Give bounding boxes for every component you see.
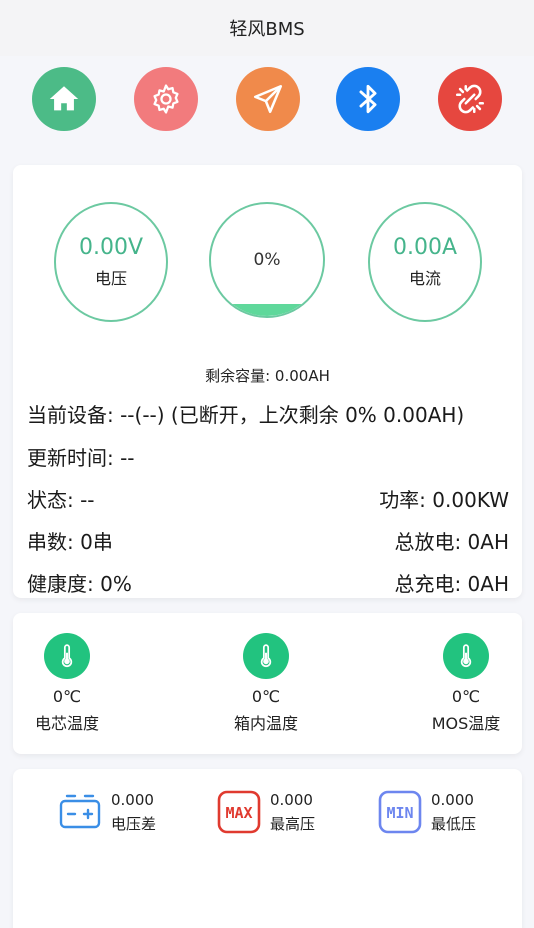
box-temp-value: 0℃ [251, 687, 281, 706]
disconnect-button[interactable] [438, 67, 502, 131]
thermometer-icon [260, 644, 272, 668]
voltage-gauge: 0.00V 电压 [54, 202, 168, 322]
max-voltage: MAX 0.000 最高压 [216, 789, 315, 835]
max-icon: MAX [216, 789, 262, 835]
broken-link-icon [455, 84, 485, 114]
soc-fill [211, 304, 323, 316]
health: 健康度: 0% [27, 572, 132, 596]
battery-info-card: 0.00V 电压 0% 0.00A 电流 剩余容量: 0.00AH 当前设备: … [13, 165, 522, 598]
mos-temp-label: MOS温度 [431, 714, 501, 733]
cell-temp-label: 电芯温度 [34, 714, 99, 733]
thermo-badge [44, 633, 90, 679]
total-discharge: 总放电: 0AH [394, 530, 509, 554]
paper-plane-icon [253, 84, 283, 114]
battery-icon [57, 789, 103, 835]
send-button[interactable] [236, 67, 300, 131]
mos-temp-value: 0℃ [451, 687, 481, 706]
bluetooth-icon [359, 84, 377, 114]
temperature-card: 0℃ 电芯温度 0℃ 箱内温度 0℃ MOS温度 [13, 613, 522, 754]
svg-text:MIN: MIN [386, 804, 413, 822]
min-voltage: MIN 0.000 最低压 [377, 789, 476, 835]
current-label: 电流 [408, 269, 441, 289]
current-value: 0.00A [392, 234, 458, 260]
max-voltage-label: 最高压 [270, 814, 316, 833]
settings-button[interactable] [134, 67, 198, 131]
mos-temperature: 0℃ MOS温度 [396, 633, 534, 734]
min-voltage-value: 0.000 [431, 790, 474, 809]
voltage-stats-card: 0.000 电压差 MAX 0.000 最高压 MIN 0.000 最低压 [13, 769, 522, 928]
voltage-diff-label: 电压差 [111, 814, 157, 833]
toolbar [0, 67, 534, 131]
status: 状态: -- [27, 488, 95, 512]
current-gauge: 0.00A 电流 [368, 202, 482, 322]
min-icon: MIN [377, 789, 423, 835]
thermo-badge [243, 633, 289, 679]
soc-value: 0% [253, 250, 281, 270]
max-voltage-value: 0.000 [270, 790, 313, 809]
power: 功率: 0.00KW [379, 488, 509, 512]
box-temperature: 0℃ 箱内温度 [196, 633, 336, 734]
thermo-badge [443, 633, 489, 679]
total-charge: 总充电: 0AH [394, 572, 509, 596]
home-button[interactable] [32, 67, 96, 131]
cell-count: 串数: 0串 [27, 530, 113, 554]
home-icon [49, 86, 79, 111]
gear-icon [153, 84, 179, 114]
cell-temperature: 0℃ 电芯温度 [0, 633, 137, 734]
box-temp-label: 箱内温度 [233, 714, 298, 733]
current-device: 当前设备: --(--) (已断开，上次剩余 0% 0.00AH) [27, 403, 465, 427]
voltage-diff: 0.000 电压差 [57, 789, 156, 835]
thermometer-icon [460, 644, 472, 668]
voltage-label: 电压 [94, 269, 127, 289]
cell-temp-value: 0℃ [52, 687, 82, 706]
voltage-diff-value: 0.000 [111, 790, 154, 809]
soc-gauge: 0% [209, 202, 325, 318]
remaining-capacity: 剩余容量: 0.00AH [205, 367, 330, 385]
bluetooth-button[interactable] [336, 67, 400, 131]
title-bar: 轻风BMS [0, 0, 534, 56]
update-time: 更新时间: -- [27, 446, 135, 470]
voltage-value: 0.00V [78, 234, 144, 260]
svg-text:MAX: MAX [225, 804, 252, 822]
thermometer-icon [61, 644, 73, 668]
app-title: 轻风BMS [229, 19, 305, 40]
min-voltage-label: 最低压 [431, 814, 477, 833]
